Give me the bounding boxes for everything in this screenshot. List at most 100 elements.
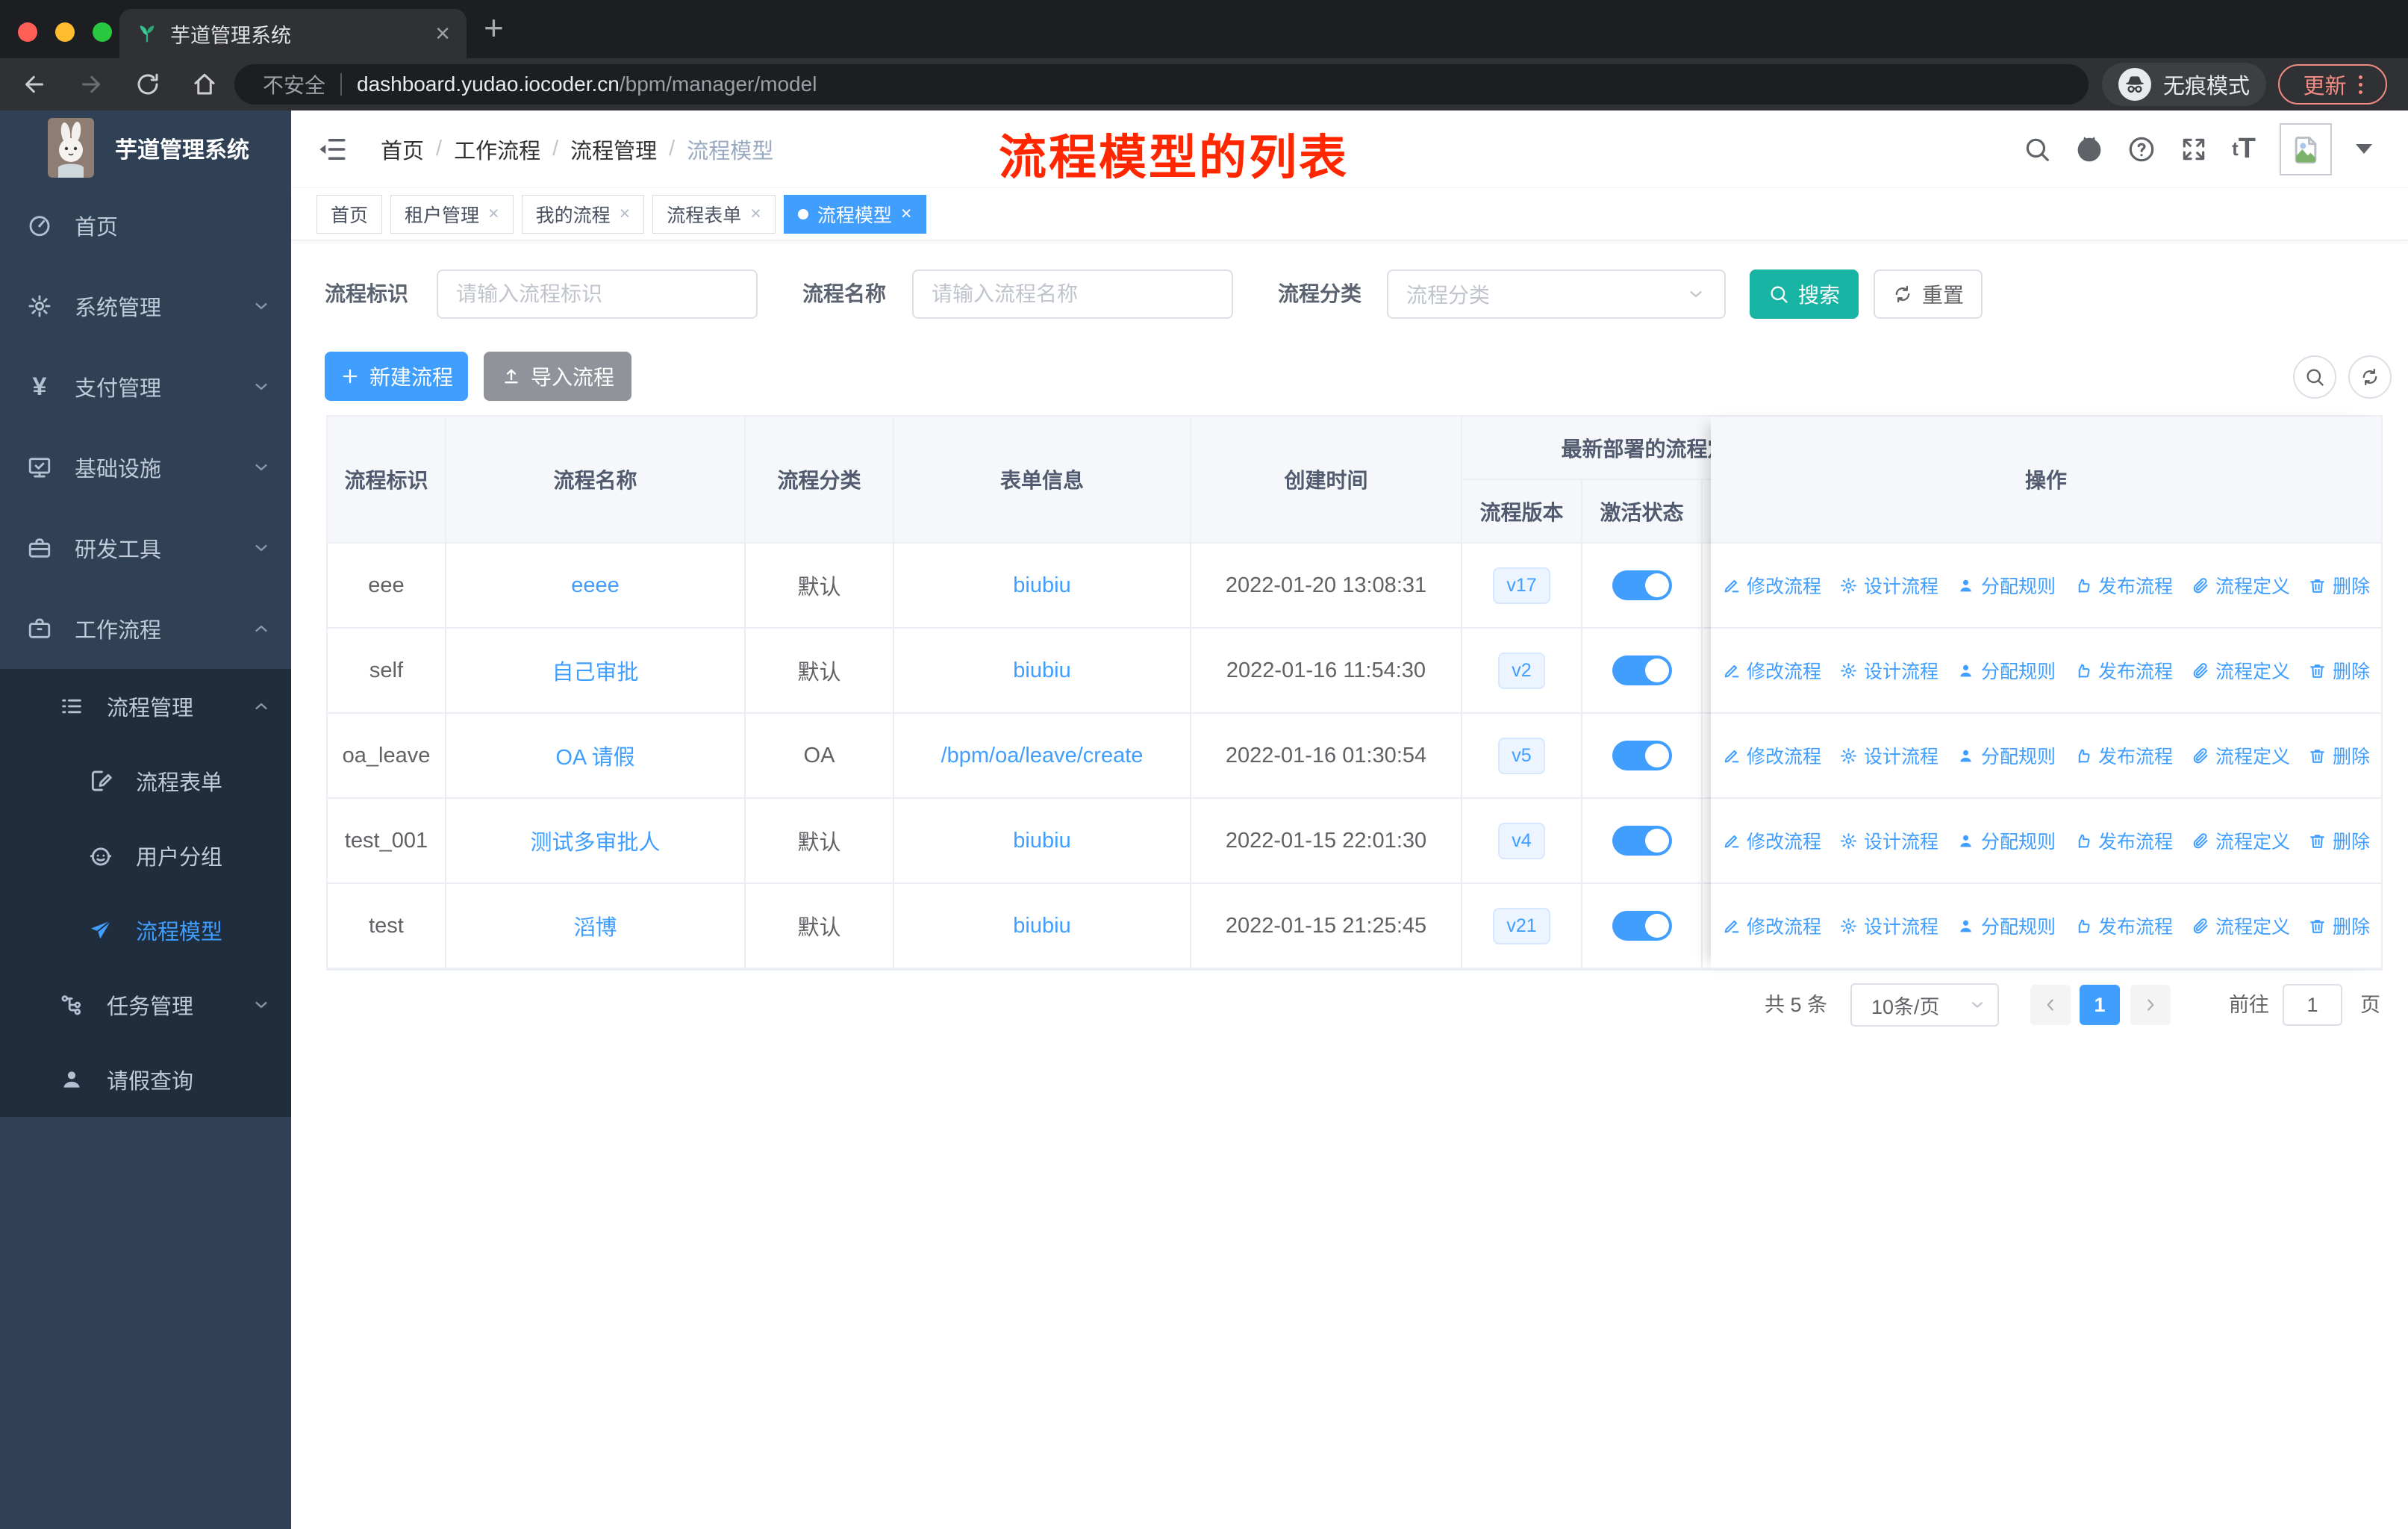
action-修改流程[interactable]: 修改流程: [1722, 572, 1821, 599]
process-name-link[interactable]: 自己审批: [552, 655, 638, 686]
toggle-search-button[interactable]: [2293, 355, 2336, 399]
breadcrumb-item[interactable]: 工作流程: [454, 134, 540, 165]
sidebar-item-流程表单[interactable]: 流程表单: [0, 744, 291, 818]
process-name-link[interactable]: eeee: [571, 573, 620, 598]
process-name-link[interactable]: 滔博: [573, 910, 617, 941]
sidebar-item-研发工具[interactable]: 研发工具: [0, 508, 291, 588]
action-流程定义[interactable]: 流程定义: [2191, 572, 2290, 599]
page-size-select[interactable]: 10条/页: [1850, 983, 1999, 1027]
fullscreen-icon[interactable]: [2180, 135, 2208, 164]
sidebar-item-工作流程[interactable]: 工作流程: [0, 588, 291, 669]
forward-icon[interactable]: [78, 71, 105, 98]
form-link[interactable]: biubiu: [1013, 914, 1070, 938]
action-设计流程[interactable]: 设计流程: [1839, 912, 1938, 939]
sidebar-item-流程管理[interactable]: 流程管理: [0, 669, 291, 744]
action-删除[interactable]: 删除: [2308, 657, 2370, 684]
reload-icon[interactable]: [134, 71, 161, 98]
tab-close-icon[interactable]: ×: [435, 21, 450, 46]
chevron-down-icon[interactable]: [2356, 144, 2372, 154]
reset-button[interactable]: 重置: [1874, 270, 1983, 319]
action-分配规则[interactable]: 分配规则: [1956, 572, 2056, 599]
new-tab-button[interactable]: +: [484, 10, 504, 45]
close-icon[interactable]: ×: [750, 203, 761, 225]
action-分配规则[interactable]: 分配规则: [1956, 742, 2056, 769]
collapse-sidebar-icon[interactable]: [316, 134, 348, 165]
create-process-button[interactable]: 新建流程: [325, 352, 468, 401]
browser-menu-icon[interactable]: [2358, 75, 2362, 94]
avatar[interactable]: [2280, 122, 2332, 175]
action-修改流程[interactable]: 修改流程: [1722, 912, 1821, 939]
back-icon[interactable]: [21, 71, 48, 98]
action-分配规则[interactable]: 分配规则: [1956, 827, 2056, 854]
active-status-toggle[interactable]: [1612, 741, 1672, 770]
action-流程定义[interactable]: 流程定义: [2191, 827, 2290, 854]
action-流程定义[interactable]: 流程定义: [2191, 742, 2290, 769]
help-icon[interactable]: [2127, 135, 2156, 164]
action-删除[interactable]: 删除: [2308, 572, 2370, 599]
action-流程定义[interactable]: 流程定义: [2191, 912, 2290, 939]
sidebar-item-请假查询[interactable]: 请假查询: [0, 1042, 291, 1117]
action-发布流程[interactable]: 发布流程: [2074, 657, 2173, 684]
sidebar-item-系统管理[interactable]: 系统管理: [0, 266, 291, 346]
action-设计流程[interactable]: 设计流程: [1839, 572, 1938, 599]
github-icon[interactable]: [2075, 135, 2103, 164]
action-设计流程[interactable]: 设计流程: [1839, 657, 1938, 684]
action-发布流程[interactable]: 发布流程: [2074, 572, 2173, 599]
next-page-button[interactable]: [2130, 985, 2171, 1025]
action-分配规则[interactable]: 分配规则: [1956, 657, 2056, 684]
page-number-button[interactable]: 1: [2080, 985, 2120, 1025]
minimize-window-icon[interactable]: [55, 22, 75, 42]
active-status-toggle[interactable]: [1612, 826, 1672, 856]
active-status-toggle[interactable]: [1612, 655, 1672, 685]
address-bar[interactable]: 不安全 dashboard.yudao.iocoder.cn /bpm/mana…: [234, 64, 2089, 105]
prev-page-button[interactable]: [2030, 985, 2071, 1025]
sidebar-item-首页[interactable]: 首页: [0, 185, 291, 266]
action-修改流程[interactable]: 修改流程: [1722, 657, 1821, 684]
action-分配规则[interactable]: 分配规则: [1956, 912, 2056, 939]
goto-page-input[interactable]: [2283, 984, 2342, 1026]
sidebar-item-支付管理[interactable]: ¥ 支付管理: [0, 346, 291, 427]
close-window-icon[interactable]: [18, 22, 37, 42]
action-修改流程[interactable]: 修改流程: [1722, 742, 1821, 769]
action-删除[interactable]: 删除: [2308, 827, 2370, 854]
close-icon[interactable]: ×: [620, 203, 631, 225]
action-发布流程[interactable]: 发布流程: [2074, 912, 2173, 939]
form-link[interactable]: biubiu: [1013, 829, 1070, 853]
form-link[interactable]: biubiu: [1013, 573, 1070, 598]
sidebar-item-任务管理[interactable]: 任务管理: [0, 968, 291, 1042]
breadcrumb-item[interactable]: 首页: [381, 134, 424, 165]
sidebar-item-用户分组[interactable]: 用户分组: [0, 818, 291, 893]
tag-租户管理[interactable]: 租户管理 ×: [390, 194, 514, 234]
filter-select-category[interactable]: 流程分类: [1387, 270, 1726, 319]
home-icon[interactable]: [191, 71, 218, 98]
search-button[interactable]: 搜索: [1750, 270, 1859, 319]
logo[interactable]: 芋道管理系统: [0, 110, 291, 185]
action-发布流程[interactable]: 发布流程: [2074, 827, 2173, 854]
sidebar-item-流程模型[interactable]: 流程模型: [0, 893, 291, 968]
close-icon[interactable]: ×: [488, 203, 499, 225]
action-发布流程[interactable]: 发布流程: [2074, 742, 2173, 769]
tag-首页[interactable]: 首页: [316, 194, 383, 234]
font-size-icon[interactable]: tT: [2232, 133, 2256, 165]
process-name-link[interactable]: 测试多审批人: [530, 825, 660, 856]
filter-input-name[interactable]: [912, 270, 1233, 319]
active-status-toggle[interactable]: [1612, 570, 1672, 600]
action-流程定义[interactable]: 流程定义: [2191, 657, 2290, 684]
breadcrumb-item[interactable]: 流程管理: [570, 134, 657, 165]
action-修改流程[interactable]: 修改流程: [1722, 827, 1821, 854]
action-设计流程[interactable]: 设计流程: [1839, 827, 1938, 854]
action-设计流程[interactable]: 设计流程: [1839, 742, 1938, 769]
tag-我的流程[interactable]: 我的流程 ×: [521, 194, 645, 234]
browser-tab[interactable]: 芋道管理系统 ×: [119, 9, 467, 58]
import-process-button[interactable]: 导入流程: [484, 352, 631, 401]
update-button[interactable]: 更新: [2278, 64, 2387, 105]
form-link[interactable]: biubiu: [1013, 658, 1070, 683]
action-删除[interactable]: 删除: [2308, 742, 2370, 769]
form-link[interactable]: /bpm/oa/leave/create: [941, 744, 1144, 768]
close-icon[interactable]: ×: [901, 203, 912, 225]
search-icon[interactable]: [2023, 135, 2051, 164]
refresh-table-button[interactable]: [2348, 355, 2392, 399]
sidebar-item-基础设施[interactable]: 基础设施: [0, 427, 291, 508]
action-删除[interactable]: 删除: [2308, 912, 2370, 939]
filter-input-id[interactable]: [437, 270, 758, 319]
